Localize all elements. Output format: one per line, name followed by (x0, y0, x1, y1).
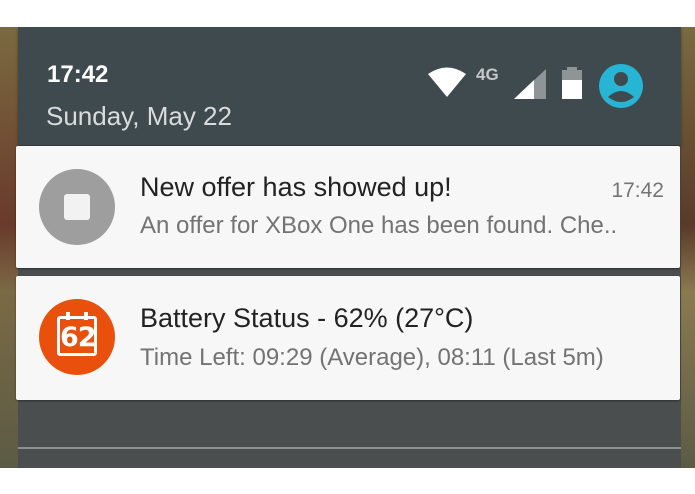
stop-icon (39, 169, 115, 245)
notification-title: Battery Status - 62% (27°C) (140, 303, 474, 333)
notification-text: An offer for XBox One has been found. Ch… (140, 212, 618, 239)
wallpaper-edge-right (681, 27, 695, 468)
notification-time: 17:42 (611, 179, 664, 202)
user-account-icon[interactable] (598, 63, 644, 109)
quick-status-header[interactable]: 17:42 Sunday, May 22 4G (18, 27, 681, 145)
battery-level-icon-label: 62 (60, 322, 97, 353)
signal-icon (514, 69, 546, 99)
battery-icon (562, 67, 582, 99)
network-type-label: 4G (476, 65, 499, 84)
date-label[interactable]: Sunday, May 22 (46, 101, 232, 132)
notification-title: New offer has showed up! (140, 172, 452, 202)
battery-calendar-icon: 62 (39, 299, 115, 375)
notification-text: Time Left: 09:29 (Average), 08:11 (Last … (140, 344, 604, 371)
wifi-icon (428, 67, 466, 97)
notification-battery-status[interactable]: 62 Battery Status - 62% (27°C) Time Left… (16, 276, 680, 400)
shade-divider (18, 447, 681, 449)
clock-time: 17:42 (47, 61, 109, 88)
notification-offer[interactable]: New offer has showed up! 17:42 An offer … (16, 146, 680, 268)
